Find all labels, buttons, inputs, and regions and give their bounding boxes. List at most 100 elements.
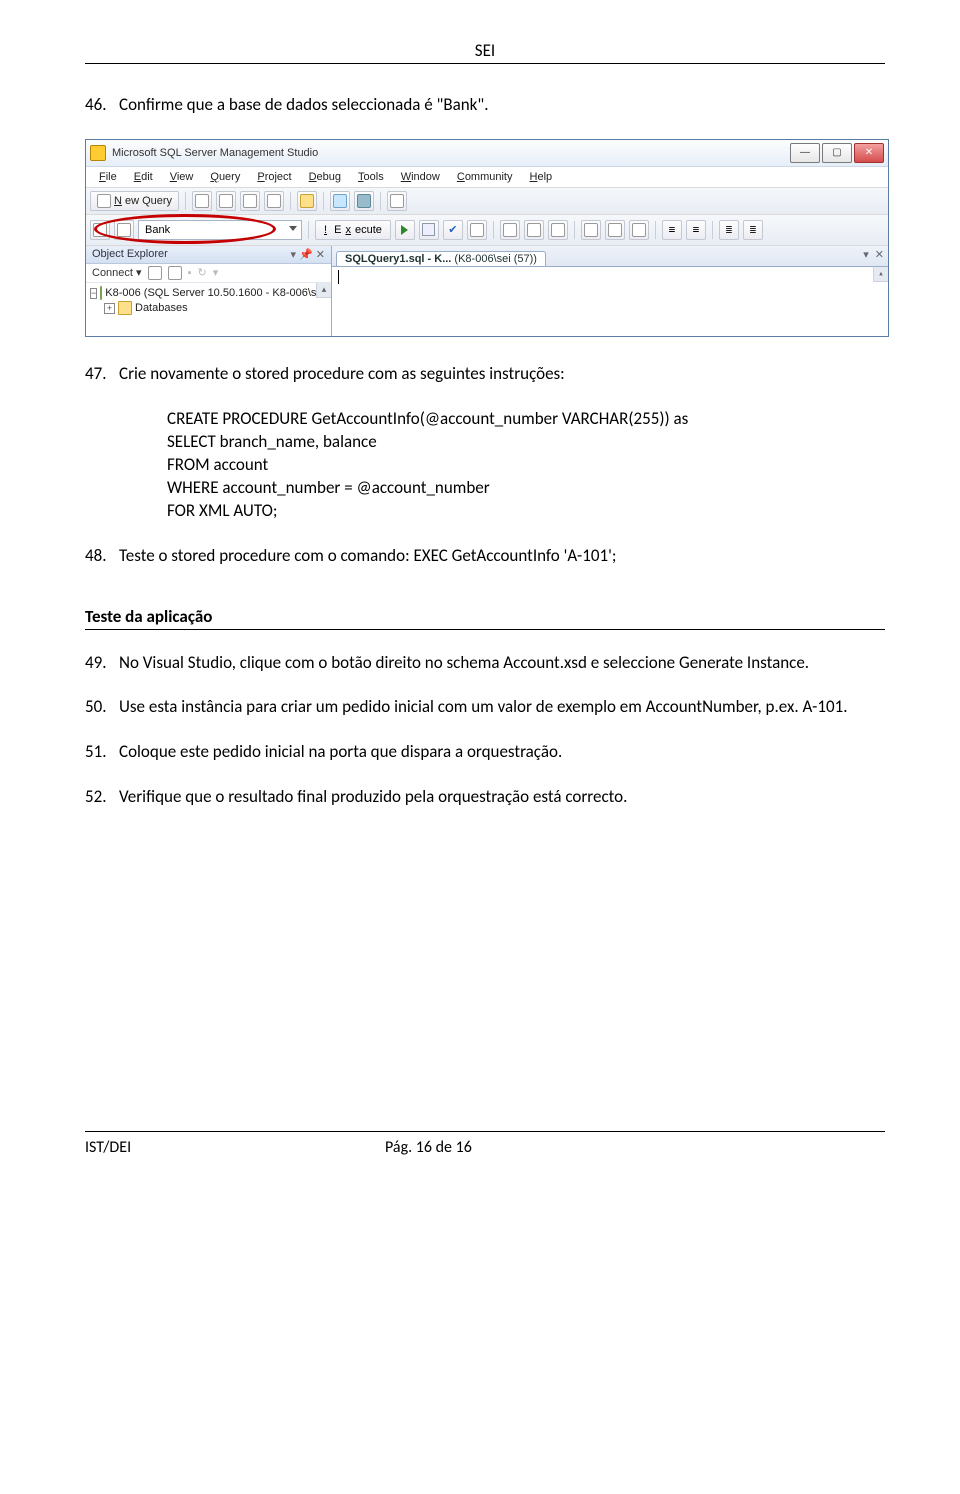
item-text: Crie novamente o stored procedure com as…	[119, 363, 885, 386]
toolbar-icon[interactable]	[500, 220, 520, 240]
chevron-down-icon[interactable]: ▾	[863, 248, 869, 261]
save-all-button[interactable]	[354, 191, 374, 211]
collapse-icon[interactable]: −	[90, 288, 97, 299]
tab-file: SQLQuery1.sql - K...	[345, 253, 451, 265]
stop-button[interactable]	[419, 220, 439, 240]
database-combo[interactable]: Bank	[138, 220, 302, 240]
menu-tools[interactable]: Tools	[351, 169, 391, 185]
tree-server[interactable]: − K8-006 (SQL Server 10.50.1600 - K8-006…	[90, 286, 329, 301]
menu-help[interactable]: Help	[523, 169, 560, 185]
toolbar-icon[interactable]	[548, 220, 568, 240]
panel-title-text: Object Explorer	[92, 248, 168, 260]
menu-debug[interactable]: Debug	[302, 169, 348, 185]
menu-window[interactable]: Window	[394, 169, 447, 185]
folder-icon	[118, 301, 132, 315]
minimize-button[interactable]: —	[790, 143, 820, 163]
pin-icon[interactable]: ▾	[291, 248, 297, 261]
refresh-icon[interactable]: ↻	[197, 266, 206, 279]
toolbar-icon[interactable]	[240, 191, 260, 211]
toolbar-icon[interactable]	[387, 191, 407, 211]
toolbar-icon[interactable]	[168, 266, 182, 280]
page-icon	[390, 194, 404, 208]
section-rule	[85, 629, 885, 630]
outdent-button[interactable]: ≡	[686, 220, 706, 240]
menu-query[interactable]: Query	[203, 169, 247, 185]
indent-button[interactable]: ≡	[662, 220, 682, 240]
toolbar-icon[interactable]	[114, 220, 134, 240]
page-icon	[527, 223, 541, 237]
uncomment-button[interactable]: ≣	[743, 220, 763, 240]
section-heading: Teste da aplicação	[85, 606, 885, 627]
document-tab[interactable]: SQLQuery1.sql - K... (K8-006\sei (57))	[336, 251, 546, 266]
expand-icon[interactable]: +	[104, 303, 115, 314]
toolbar-icon[interactable]	[148, 266, 162, 280]
close-icon[interactable]: ✕	[316, 248, 325, 261]
scroll-up-icon[interactable]: ▴	[316, 283, 331, 298]
menu-file[interactable]: File	[92, 169, 124, 185]
code-line: SELECT branch_name, balance	[167, 431, 885, 454]
execute-button[interactable]: ! Execute	[315, 220, 391, 240]
footer-left: IST/DEI	[85, 1138, 385, 1157]
toolbar-icon[interactable]	[264, 191, 284, 211]
standard-toolbar: New Query	[86, 188, 888, 215]
separator	[380, 192, 381, 210]
page-icon	[93, 223, 107, 237]
item-text: Coloque este pedido inicial na porta que…	[119, 741, 885, 764]
close-icon[interactable]: ✕	[875, 248, 884, 261]
tree-label: K8-006 (SQL Server 10.50.1600 - K8-006\s…	[105, 287, 325, 299]
separator	[712, 221, 713, 239]
separator	[655, 221, 656, 239]
page-icon	[195, 194, 209, 208]
object-explorer: Object Explorer ▾ 📌 ✕ Connect ▾ ▪ ↻ ▾	[86, 246, 332, 336]
list-item: 46. Confirme que a base de dados selecci…	[85, 94, 885, 117]
item-number: 50.	[85, 696, 119, 719]
scroll-up-icon[interactable]: ▴	[873, 267, 888, 282]
disk-icon	[357, 194, 371, 208]
toolbar-icon[interactable]	[605, 220, 625, 240]
toolbar-icon[interactable]	[192, 191, 212, 211]
toolbar-icon[interactable]	[467, 220, 487, 240]
menu-view[interactable]: View	[163, 169, 201, 185]
parse-button[interactable]: ✔	[443, 220, 463, 240]
separator	[493, 221, 494, 239]
close-button[interactable]: ✕	[854, 143, 884, 163]
toolbar-icon[interactable]	[90, 220, 110, 240]
open-button[interactable]	[297, 191, 317, 211]
new-query-button[interactable]: New Query	[90, 191, 179, 211]
pin-icon[interactable]: 📌	[299, 248, 313, 261]
toolbar-icon[interactable]	[629, 220, 649, 240]
item-text: No Visual Studio, clique com o botão dir…	[119, 652, 885, 675]
list-item: 50. Use esta instância para criar um ped…	[85, 696, 885, 719]
text-caret	[338, 270, 339, 284]
save-button[interactable]	[330, 191, 350, 211]
list-item: 51. Coloque este pedido inicial na porta…	[85, 741, 885, 764]
menu-project[interactable]: Project	[250, 169, 298, 185]
list-item: 47. Crie novamente o stored procedure co…	[85, 363, 885, 386]
page-icon	[551, 223, 565, 237]
page-icon	[584, 223, 598, 237]
server-icon	[100, 286, 102, 300]
tree-databases[interactable]: + Databases	[90, 301, 329, 316]
header-rule	[85, 63, 885, 64]
doc-header: SEI	[85, 40, 885, 61]
page-icon	[243, 194, 257, 208]
play-icon	[401, 225, 408, 235]
page-icon	[503, 223, 517, 237]
maximize-button[interactable]: ▢	[822, 143, 852, 163]
toolbar-icon[interactable]	[581, 220, 601, 240]
menu-edit[interactable]: Edit	[127, 169, 160, 185]
page-icon	[267, 194, 281, 208]
item-number: 51.	[85, 741, 119, 764]
toolbar-icon[interactable]	[524, 220, 544, 240]
sql-editor[interactable]: ▴	[332, 267, 888, 336]
menu-community[interactable]: Community	[450, 169, 520, 185]
code-line: FROM account	[167, 454, 885, 477]
comment-button[interactable]: ≣	[719, 220, 739, 240]
connect-label: Connect ▾	[92, 266, 142, 279]
footer: IST/DEI Pág. 16 de 16	[85, 1132, 885, 1157]
toolbar-icon[interactable]	[216, 191, 236, 211]
filter-icon[interactable]: ▾	[213, 266, 219, 279]
debug-button[interactable]	[395, 220, 415, 240]
item-number: 47.	[85, 363, 119, 386]
separator	[185, 192, 186, 210]
